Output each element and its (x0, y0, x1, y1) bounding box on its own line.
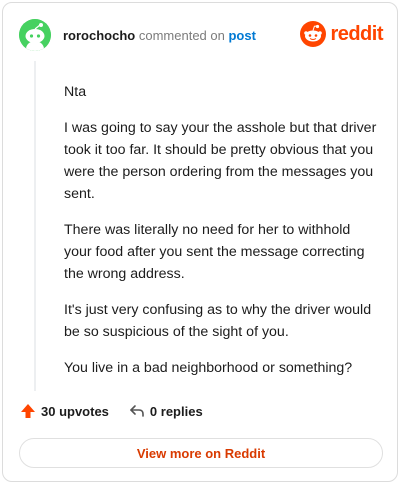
comment-paragraph: It's just very confusing as to why the d… (64, 302, 372, 340)
upvote-arrow-icon (21, 404, 35, 418)
post-link[interactable]: post (228, 28, 255, 43)
action-text: commented on (138, 28, 225, 43)
reddit-brand-link[interactable]: reddit (300, 21, 383, 47)
comment-paragraph: You live in a bad neighborhood or someth… (64, 360, 353, 376)
comment-paragraph: There was literally no need for her to w… (64, 222, 365, 282)
thread-line (34, 61, 36, 391)
view-more-on-reddit-button[interactable]: View more on Reddit (19, 438, 383, 468)
snoo-avatar-icon (19, 19, 51, 51)
reddit-logo-icon (300, 21, 327, 47)
comment-footer: 30 upvotes 0 replies (20, 403, 203, 419)
comment-header: rorochocho commented on post (63, 28, 256, 44)
upvote-button[interactable]: 30 upvotes (20, 403, 109, 419)
replies-button[interactable]: 0 replies (129, 403, 203, 419)
comment-paragraph: I was going to say your the asshole but … (64, 120, 377, 202)
comment-paragraph: Nta (64, 84, 87, 100)
user-avatar[interactable] (19, 19, 51, 51)
comment-embed-card: rorochocho commented on post reddit Nta … (2, 2, 398, 482)
upvote-count: 30 upvotes (41, 403, 109, 419)
comment-body: Nta I was going to say your the asshole … (64, 81, 380, 393)
username-link[interactable]: rorochocho (63, 28, 135, 43)
reply-count: 0 replies (149, 403, 203, 419)
reply-arrow-icon (130, 405, 144, 417)
reddit-wordmark: reddit (330, 22, 383, 45)
